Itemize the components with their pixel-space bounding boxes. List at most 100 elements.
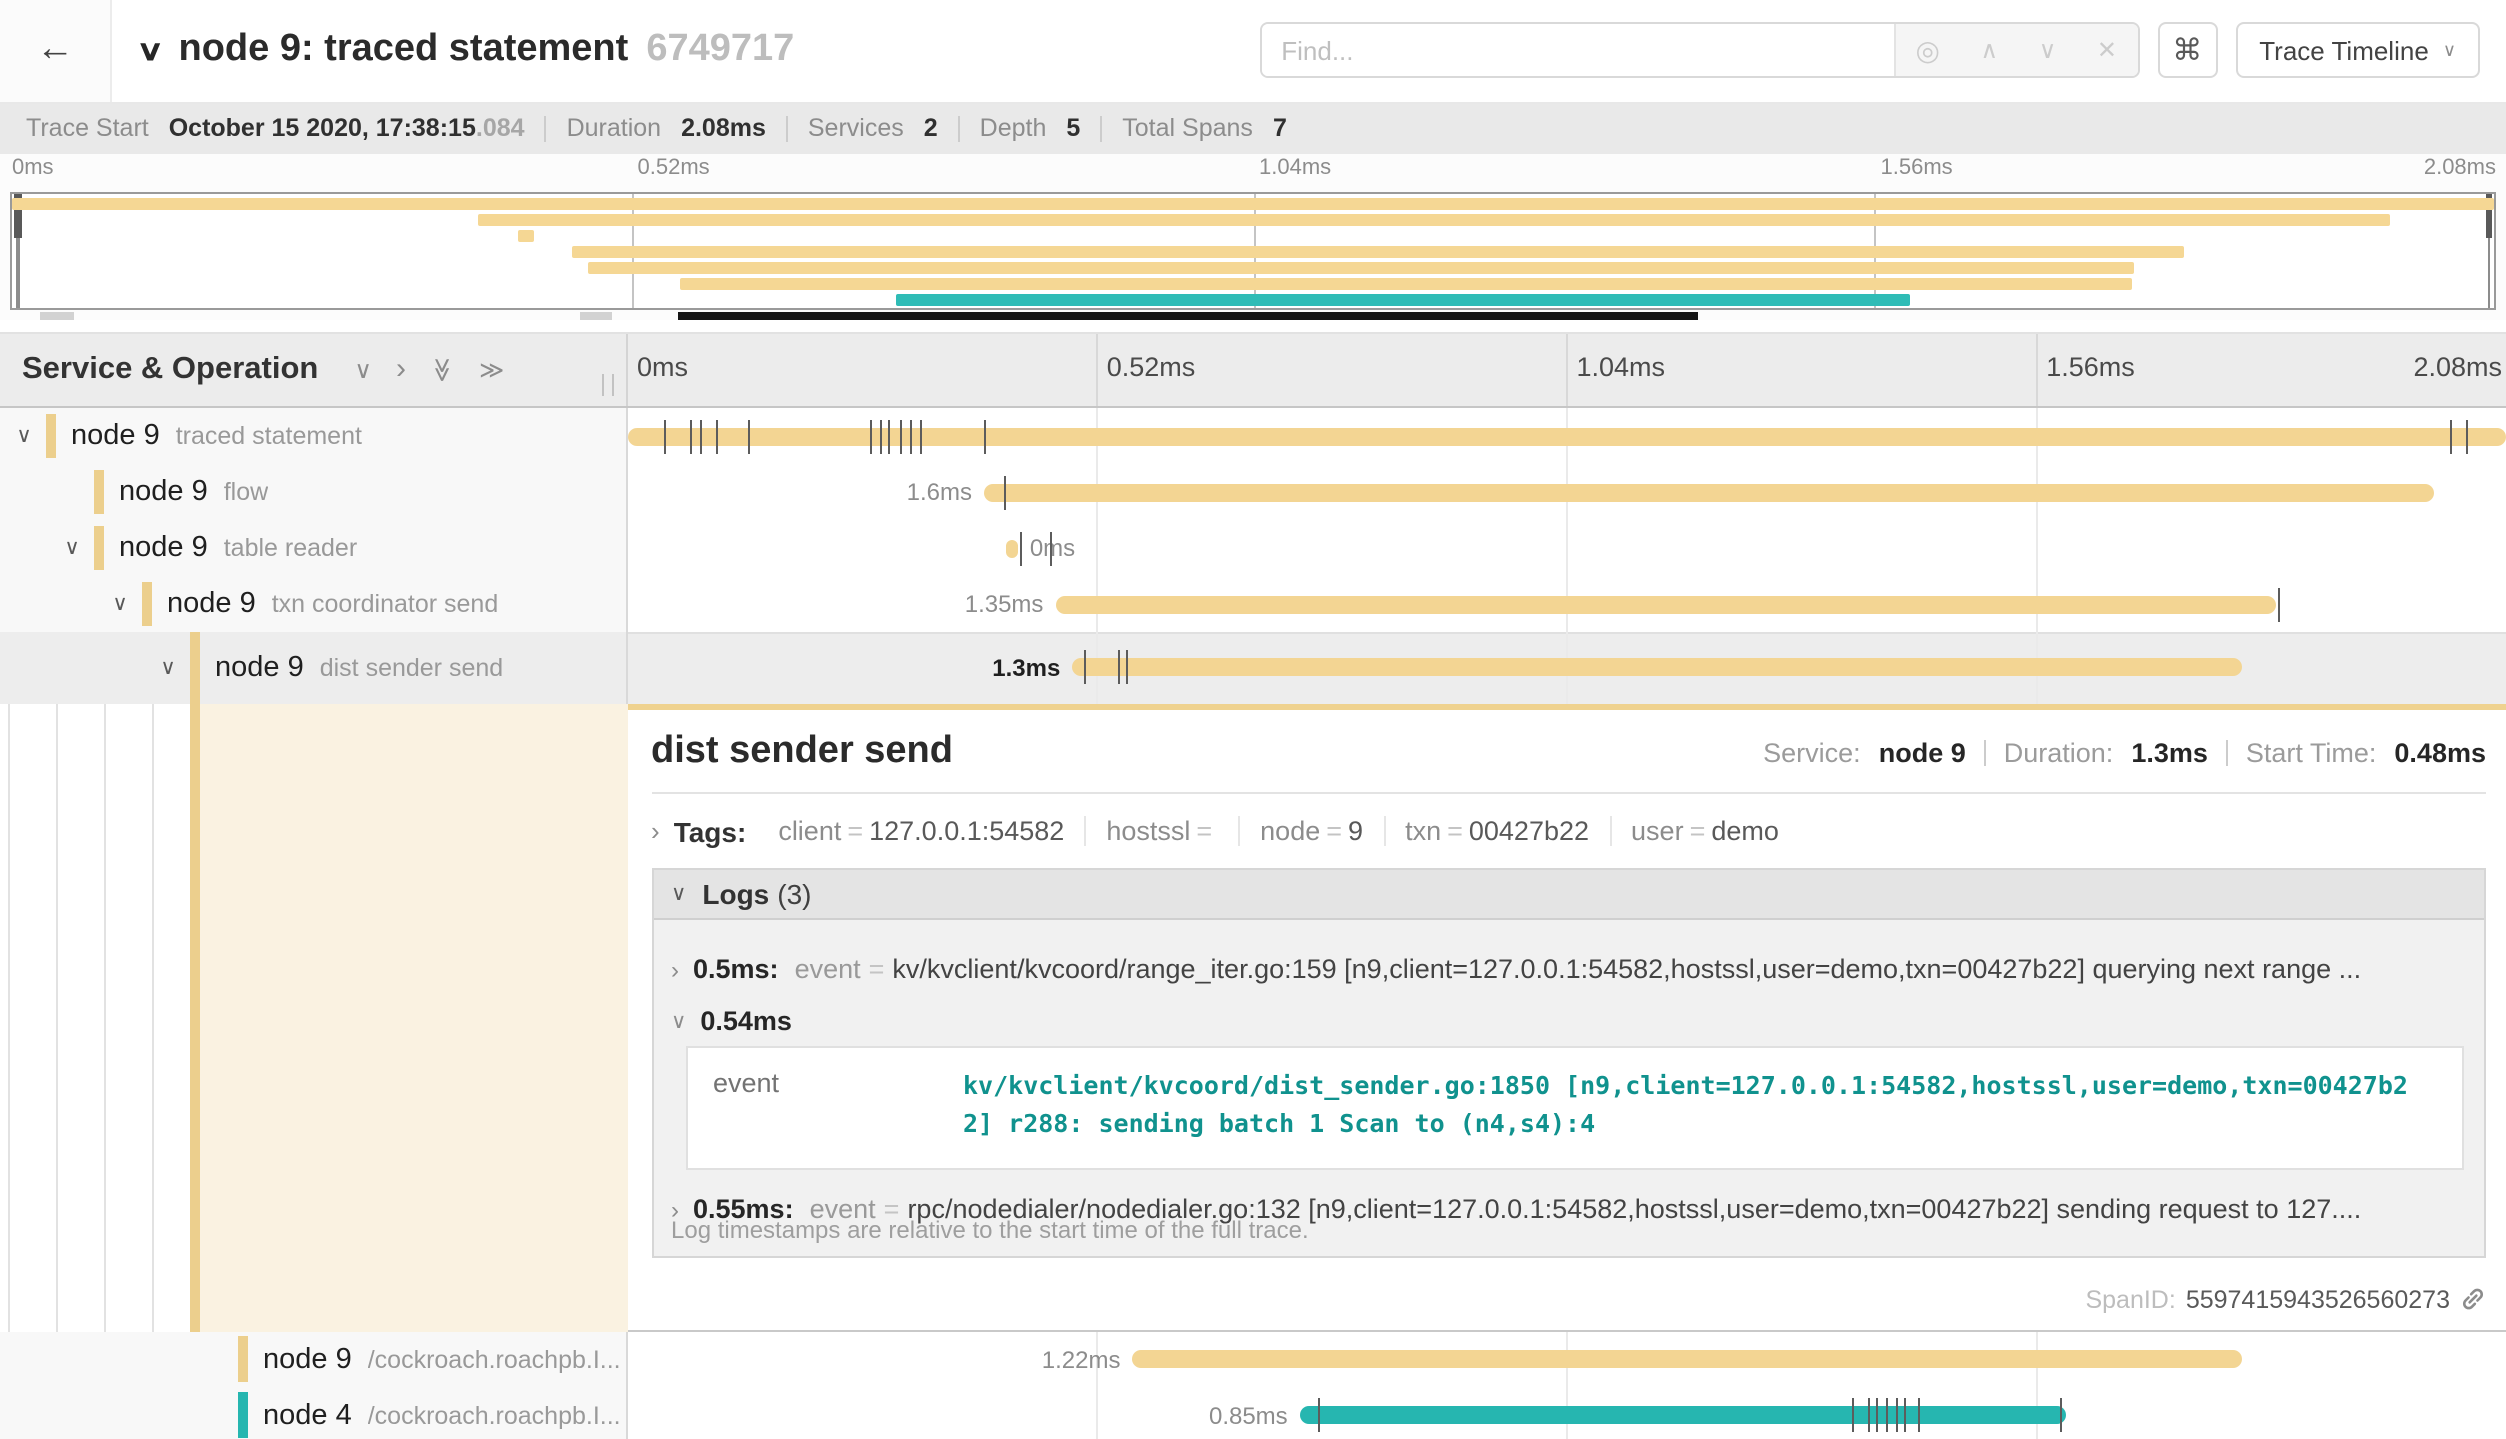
chevron-down-icon[interactable]: ∨: [56, 536, 88, 560]
log-tick-mark: [1918, 1398, 1920, 1432]
span-duration-label: 0.85ms: [1209, 1387, 1288, 1439]
span-bar-track[interactable]: 1.22ms: [627, 1331, 2506, 1387]
find-next-icon[interactable]: ∨: [2039, 37, 2057, 65]
service-name: node 9: [263, 1343, 352, 1375]
span-duration-label: 1.35ms: [965, 576, 1044, 632]
log-tick-mark: [700, 419, 702, 453]
tag-item: txn=00427b22: [1385, 816, 1611, 846]
find-input[interactable]: [1261, 25, 1893, 77]
start-time-label: Start Time:: [2246, 737, 2377, 767]
span-name-cell[interactable]: node 4 /cockroach.roachpb.I...: [0, 1387, 627, 1439]
span-duration-label: 1.6ms: [907, 464, 972, 520]
log-tick-mark: [1050, 531, 1052, 565]
span-name-cell[interactable]: node 9 flow: [0, 464, 627, 520]
span-bar[interactable]: [627, 427, 2506, 445]
logs-toggle-header[interactable]: ∨ Logs (3): [653, 869, 2484, 919]
axis-gridline: [1567, 333, 1569, 406]
span-row[interactable]: node 9 /cockroach.roachpb.I... 1.22ms: [0, 1331, 2506, 1387]
span-detail-header: dist sender send Service:node 9 Duration…: [651, 729, 2486, 773]
axis-tick: 0.52ms: [638, 155, 710, 179]
span-bar-track[interactable]: 1.35ms: [627, 576, 2506, 632]
chevron-down-icon[interactable]: ∨: [104, 592, 136, 616]
operation-name: table reader: [224, 534, 357, 562]
log-entry-expanded-header[interactable]: ∨ 0.54ms: [671, 1001, 2472, 1041]
span-id-label: SpanID:: [2085, 1285, 2175, 1313]
locate-icon[interactable]: ◎: [1916, 34, 1940, 68]
trace-summary-bar: Trace Start October 15 2020, 17:38:15.08…: [0, 103, 2506, 153]
tags-toggle-row[interactable]: › Tags: client=127.0.0.1:54582 hostssl= …: [651, 811, 2486, 851]
divider: [545, 115, 547, 141]
span-name-cell[interactable]: node 9 /cockroach.roachpb.I...: [0, 1331, 627, 1387]
span-row[interactable]: ∨ node 9 traced statement: [0, 408, 2506, 464]
find-prev-icon[interactable]: ∧: [1981, 37, 1999, 65]
span-name-cell[interactable]: ∨ node 9 table reader: [0, 520, 627, 576]
minimap-viewport-indicator[interactable]: [679, 312, 1698, 319]
log-tick-mark: [2450, 419, 2452, 453]
back-button[interactable]: ←: [0, 0, 112, 101]
collapse-one-icon[interactable]: ∨: [354, 356, 372, 384]
total-spans-label: Total Spans: [1122, 114, 1253, 142]
divider: [1984, 739, 1986, 765]
span-name-cell[interactable]: ∨ node 9 dist sender send: [0, 632, 627, 703]
span-row[interactable]: ∨ node 9 txn coordinator send 1.35ms: [0, 576, 2506, 632]
span-bar-track[interactable]: 1.3ms: [627, 632, 2506, 703]
span-name-cell[interactable]: ∨ node 9 txn coordinator send: [0, 576, 627, 632]
range-scrubber-left[interactable]: [16, 194, 19, 308]
span-bar-track[interactable]: [627, 408, 2506, 464]
span-bar[interactable]: [1072, 659, 2241, 677]
span-row[interactable]: ∨ node 9 table reader 0ms: [0, 520, 2506, 576]
column-resizer-grip[interactable]: [601, 374, 613, 396]
expand-one-icon[interactable]: ›: [396, 353, 406, 387]
service-operation-title: Service & Operation: [22, 352, 318, 388]
span-name-cell[interactable]: ∨ node 9 traced statement: [0, 408, 627, 464]
divider: [1100, 115, 1102, 141]
span-bar-track[interactable]: 0.85ms: [627, 1387, 2506, 1439]
span-color-bar: [190, 632, 199, 703]
span-bar[interactable]: [1007, 539, 1018, 557]
minimap-drag-handle[interactable]: [579, 312, 611, 320]
timeline-minimap[interactable]: 0ms 0.52ms 1.04ms 1.56ms 2.08ms: [0, 153, 2506, 319]
service-operation-header: Service & Operation ∨ › ≫ ≫: [0, 333, 627, 406]
span-row-selected[interactable]: ∨ node 9 dist sender send 1.3ms: [0, 632, 2506, 703]
log-tick-mark: [1852, 1398, 1854, 1432]
trace-view-select[interactable]: Trace Timeline ∨: [2235, 23, 2480, 79]
span-bar[interactable]: [984, 483, 2435, 501]
axis-tick: 1.56ms: [1881, 155, 1953, 179]
span-color-bar: [94, 526, 103, 571]
service-name: node 9: [119, 476, 208, 508]
log-event-detail-table: event kv/kvclient/kvcoord/dist_sender.go…: [685, 1045, 2464, 1169]
span-color-bar: [238, 1393, 247, 1438]
span-row[interactable]: node 4 /cockroach.roachpb.I... 0.85ms: [0, 1387, 2506, 1439]
depth-label: Depth: [980, 114, 1047, 142]
chevron-down-icon[interactable]: ∨: [8, 424, 40, 448]
minimap-canvas[interactable]: [10, 192, 2496, 310]
axis-gridline: [2036, 333, 2038, 406]
minimap-span-bar: [12, 197, 2494, 210]
axis-tick: 1.04ms: [1577, 351, 1666, 381]
log-entry[interactable]: › 0.5ms: event = kv/kvclient/kvcoord/ran…: [671, 949, 2472, 989]
span-bar[interactable]: [1132, 1350, 2241, 1368]
minimap-span-bar: [518, 229, 533, 242]
minimap-drag-handle[interactable]: [40, 312, 75, 320]
collapse-trace-chevron-icon[interactable]: ∨: [136, 35, 164, 69]
collapse-all-icon[interactable]: ≫: [429, 357, 457, 382]
log-tick-mark: [2278, 587, 2280, 621]
span-row[interactable]: node 9 flow 1.6ms: [0, 464, 2506, 520]
chevron-down-icon[interactable]: ∨: [152, 656, 184, 680]
find-clear-icon[interactable]: ✕: [2097, 37, 2117, 65]
chevron-right-icon: ›: [651, 816, 660, 846]
duration-value: 2.08ms: [681, 114, 766, 142]
span-bar-track[interactable]: 0ms: [627, 520, 2506, 576]
span-bar-track[interactable]: 1.6ms: [627, 464, 2506, 520]
indent-guide: [104, 576, 106, 1439]
range-scrubber-right[interactable]: [2487, 194, 2490, 308]
log-tick-mark: [1905, 1398, 1907, 1432]
span-bar[interactable]: [1055, 595, 2276, 613]
keyboard-shortcuts-button[interactable]: ⌘: [2157, 23, 2217, 79]
tag-item: node=9: [1240, 816, 1385, 846]
divider: [651, 791, 2486, 793]
expand-all-icon[interactable]: ≫: [479, 356, 504, 384]
span-color-bar: [94, 470, 103, 515]
span-bar[interactable]: [1300, 1406, 2067, 1424]
link-icon[interactable]: [2460, 1286, 2486, 1312]
